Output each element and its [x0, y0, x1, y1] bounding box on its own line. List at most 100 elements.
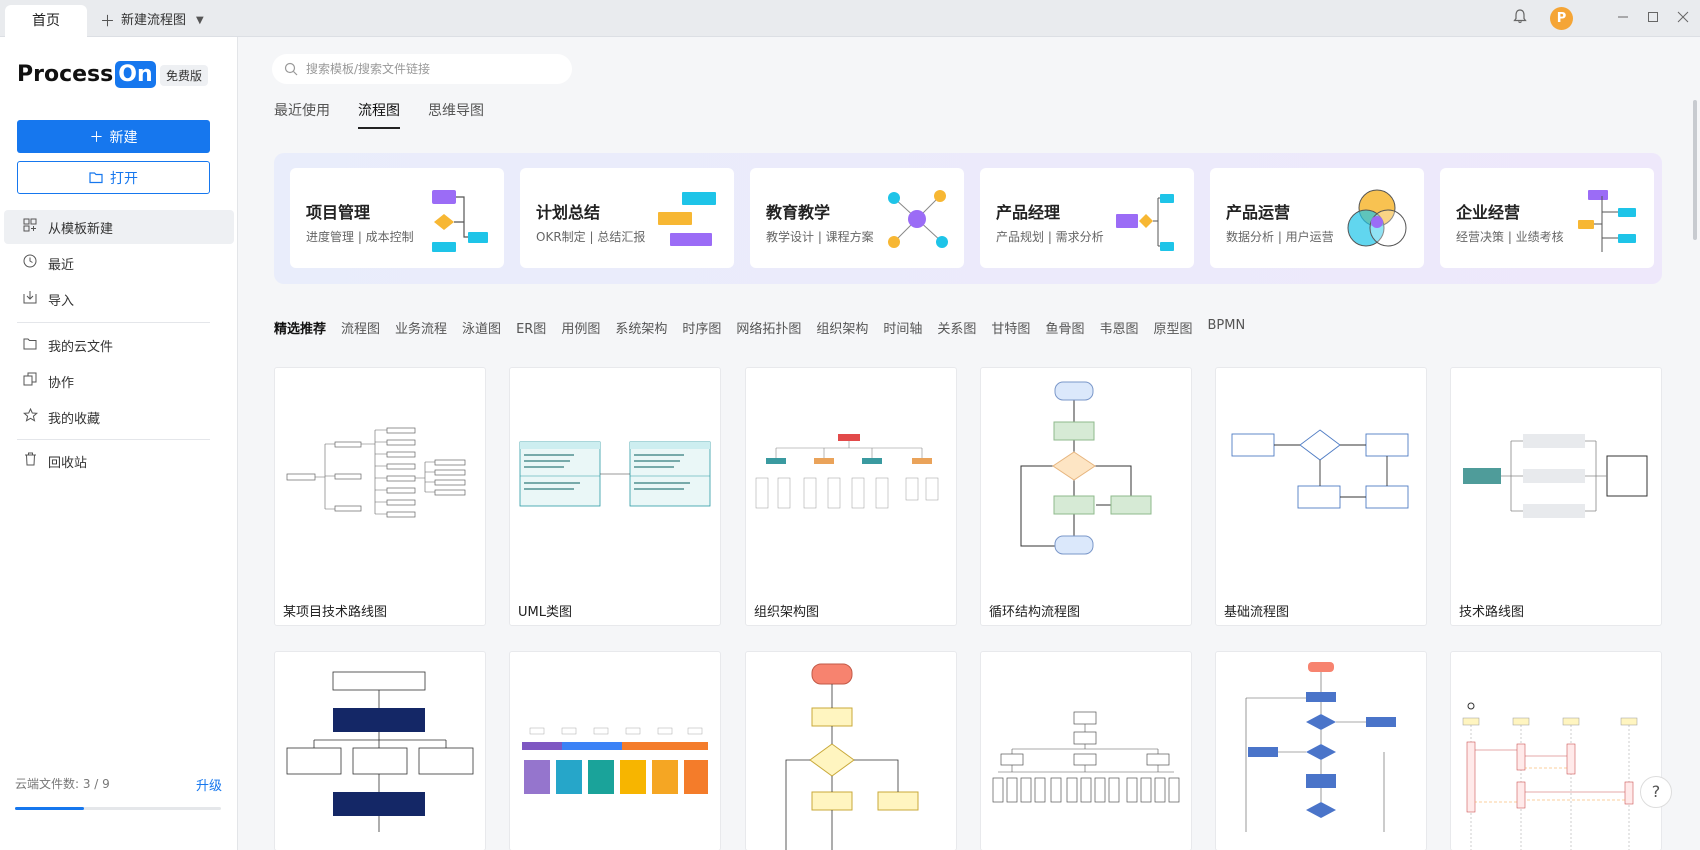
template-card[interactable] [1450, 651, 1662, 850]
collab-icon [22, 372, 38, 390]
trash-icon [22, 452, 38, 470]
category-card-pm[interactable]: 产品经理 产品规划 | 需求分析 [980, 168, 1194, 268]
filter-item[interactable]: ER图 [516, 318, 546, 337]
filter-item[interactable]: 流程图 [341, 318, 380, 337]
divider [17, 322, 210, 323]
filter-item[interactable]: 甘特图 [991, 318, 1030, 337]
upgrade-link[interactable]: 升级 [196, 775, 222, 794]
category-subtitle: 进度管理 | 成本控制 [306, 230, 414, 244]
category-card-business[interactable]: 企业经营 经营决策 | 业绩考核 [1440, 168, 1654, 268]
template-title: 循环结构流程图 [989, 605, 1081, 620]
search-input[interactable] [306, 62, 546, 76]
template-card[interactable]: 循环结构流程图 [980, 367, 1192, 626]
filter-item[interactable]: 韦恩图 [1099, 318, 1138, 337]
logo-text: Process [17, 62, 114, 87]
template-thumbnail [286, 427, 466, 518]
template-card[interactable]: 组织架构图 [745, 367, 957, 626]
template-thumbnail [992, 711, 1180, 803]
pm-illustration-icon [1116, 194, 1174, 251]
new-button[interactable]: ＋ 新建 [17, 120, 210, 153]
category-subtitle: 教学设计 | 课程方案 [766, 230, 874, 244]
filter-item[interactable]: 泳道图 [462, 318, 501, 337]
tab-home[interactable]: 首页 [5, 5, 87, 37]
maximize-icon[interactable] [1643, 9, 1663, 29]
minimize-icon[interactable] [1613, 9, 1633, 29]
template-card[interactable]: 基础流程图 [1215, 367, 1427, 626]
avatar[interactable]: P [1550, 7, 1573, 30]
filter-item[interactable]: 时间轴 [883, 318, 922, 337]
filter-item[interactable]: 网络拓扑图 [736, 318, 801, 337]
template-thumbnail [1020, 381, 1152, 555]
storage-progress [15, 807, 221, 810]
template-thumbnail [286, 671, 474, 832]
sidebar-item-trash[interactable]: 回收站 [4, 444, 234, 478]
chevron-down-icon[interactable]: ▼ [196, 9, 204, 33]
tab-mindmap[interactable]: 思维导图 [428, 100, 484, 129]
tab-recent[interactable]: 最近使用 [274, 100, 330, 129]
filter-item[interactable]: 原型图 [1153, 318, 1192, 337]
clock-icon [22, 254, 38, 272]
category-title: 项目管理 [306, 203, 371, 222]
sidebar-item-favorites[interactable]: 我的收藏 [4, 400, 234, 434]
category-title: 产品经理 [996, 203, 1061, 222]
template-card[interactable] [980, 651, 1192, 850]
sidebar-item-template[interactable]: 从模板新建 [4, 210, 234, 244]
folder-open-icon [89, 172, 103, 184]
template-title: 组织架构图 [754, 605, 820, 620]
category-card-project[interactable]: 项目管理 进度管理 | 成本控制 [290, 168, 504, 268]
filter-item[interactable]: BPMN [1207, 318, 1245, 337]
bell-icon[interactable] [1510, 9, 1530, 29]
plus-icon: ＋ [100, 12, 116, 30]
category-banner: 项目管理 进度管理 | 成本控制 计划总结 OKR制定 | 总结汇报 教育教学 … [274, 153, 1662, 284]
main-scrollbar[interactable] [1693, 100, 1697, 240]
category-subtitle: 产品规划 | 需求分析 [996, 230, 1104, 244]
template-card[interactable]: 技术路线图 [1450, 367, 1662, 626]
filter-item[interactable]: 时序图 [682, 318, 721, 337]
filter-item[interactable]: 鱼骨图 [1045, 318, 1084, 337]
open-button[interactable]: 打开 [17, 161, 210, 194]
search-icon [284, 62, 298, 76]
category-card-plan[interactable]: 计划总结 OKR制定 | 总结汇报 [520, 168, 734, 268]
plan-badge: 免费版 [160, 65, 209, 86]
filter-item[interactable]: 精选推荐 [274, 318, 326, 337]
filter-item[interactable]: 组织架构 [816, 318, 868, 337]
folder-icon [22, 337, 38, 354]
category-card-education[interactable]: 教育教学 教学设计 | 课程方案 [750, 168, 964, 268]
category-card-operations[interactable]: 产品运营 数据分析 | 用户运营 [1210, 168, 1424, 268]
template-title: 基础流程图 [1224, 605, 1290, 620]
star-icon [22, 407, 38, 426]
sidebar-item-collab[interactable]: 协作 [4, 364, 234, 398]
logo-badge: On [115, 61, 156, 88]
filter-item[interactable]: 用例图 [561, 318, 600, 337]
business-illustration-icon [1578, 190, 1636, 252]
sidebar-item-import[interactable]: 导入 [4, 282, 234, 316]
template-thumbnail [1462, 702, 1638, 850]
template-card[interactable] [509, 651, 721, 850]
help-button[interactable]: ? [1640, 776, 1672, 808]
close-icon[interactable] [1673, 9, 1693, 29]
tab-flowchart[interactable]: 流程图 [358, 100, 400, 129]
sidebar-item-label: 最近 [48, 257, 75, 273]
template-card[interactable] [745, 651, 957, 850]
import-icon [22, 290, 38, 308]
template-thumbnail [519, 441, 711, 507]
sidebar-item-label: 回收站 [48, 455, 88, 471]
filter-item[interactable]: 系统架构 [615, 318, 667, 337]
template-card[interactable]: 某项目技术路线图 [274, 367, 486, 626]
template-thumbnail [1245, 662, 1396, 832]
filter-item[interactable]: 业务流程 [395, 318, 447, 337]
search-box[interactable] [272, 54, 572, 84]
tab-new-flowchart[interactable]: ＋ 新建流程图 ▼ [100, 9, 204, 33]
sidebar-item-label: 导入 [48, 293, 75, 309]
sidebar-item-recent[interactable]: 最近 [4, 246, 234, 280]
template-icon [22, 218, 38, 236]
category-title: 产品运营 [1226, 203, 1291, 222]
template-card[interactable] [1215, 651, 1427, 850]
filter-item[interactable]: 关系图 [937, 318, 976, 337]
template-title: 某项目技术路线图 [283, 605, 388, 620]
sidebar: Process On 免费版 ＋ 新建 打开 从模板新建 最近 导入 我的云文件 [0, 37, 238, 850]
template-card[interactable]: UML类图 [509, 367, 721, 626]
plan-illustration-icon [658, 192, 716, 246]
sidebar-item-cloud-files[interactable]: 我的云文件 [4, 328, 234, 362]
template-card[interactable] [274, 651, 486, 850]
